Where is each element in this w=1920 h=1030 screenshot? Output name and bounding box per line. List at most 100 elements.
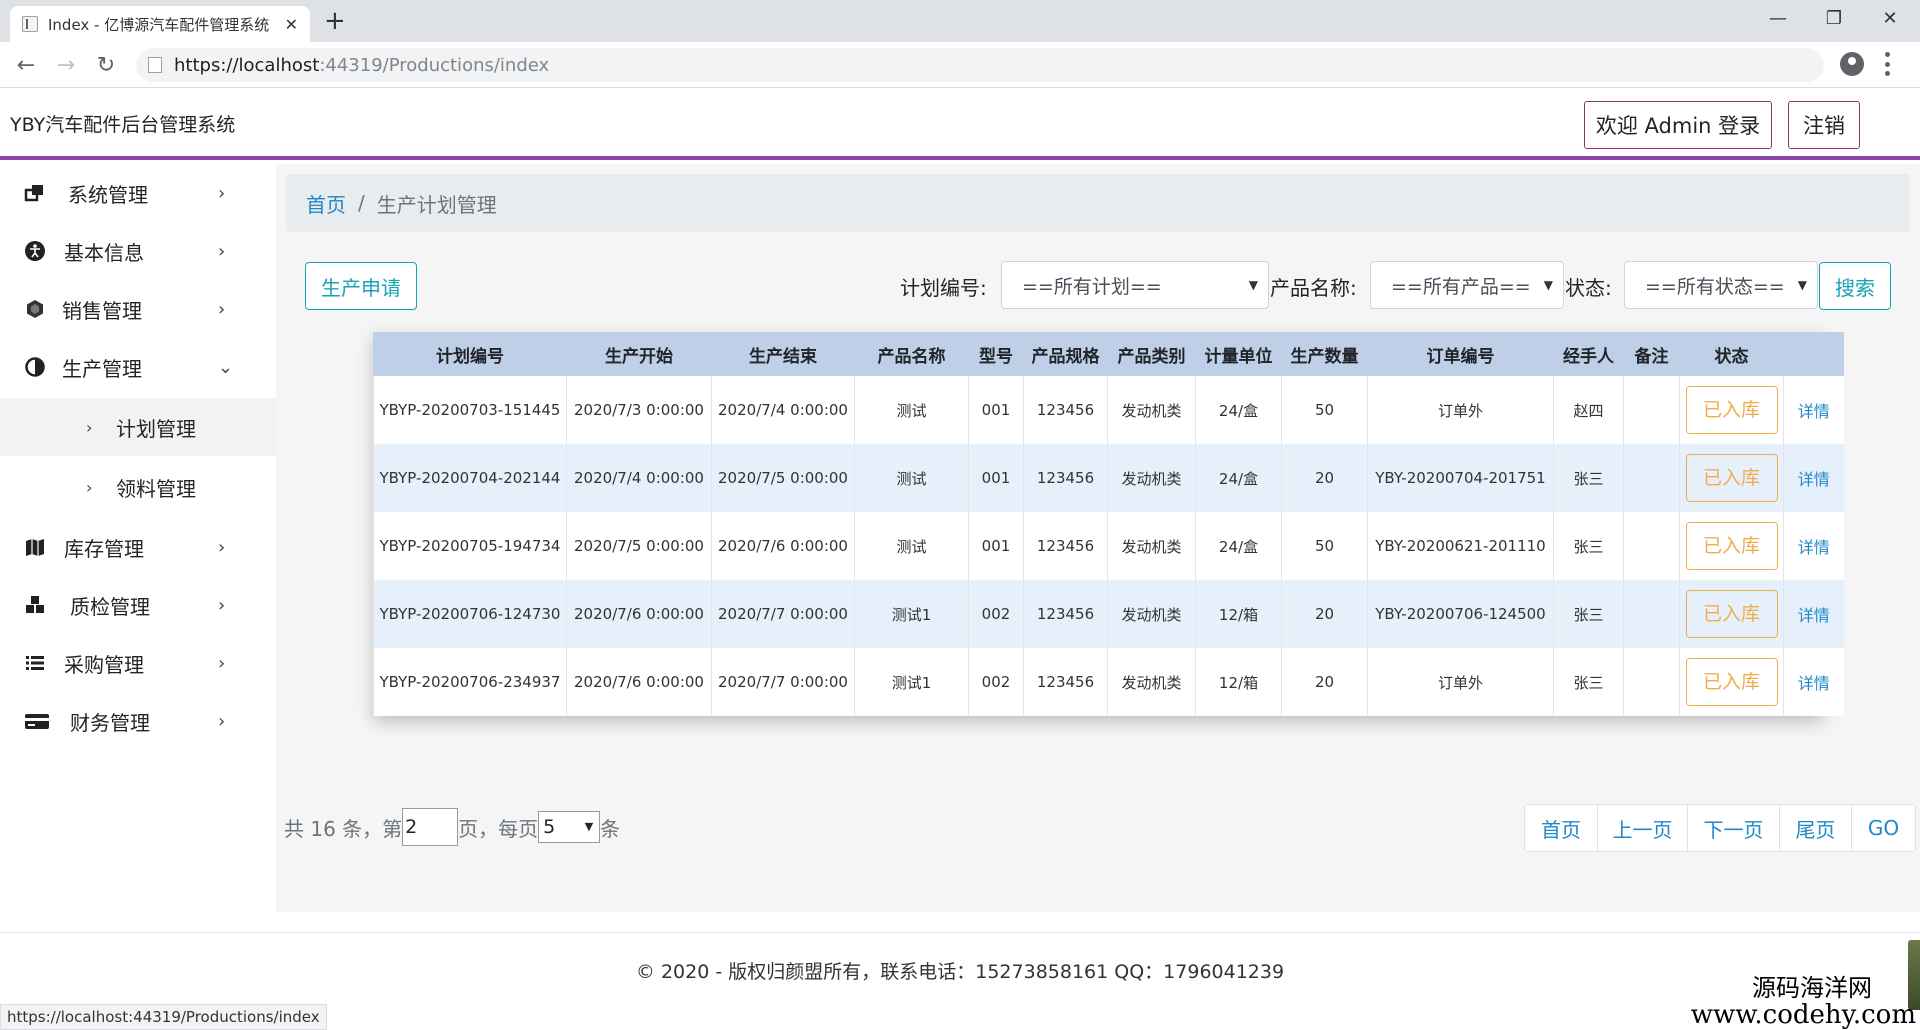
sidebar-item-production[interactable]: 生产管理 ⌄: [0, 338, 276, 396]
back-button[interactable]: ←: [10, 50, 42, 80]
minimize-window-button[interactable]: —: [1750, 0, 1806, 36]
page-number-input[interactable]: 2: [402, 808, 459, 846]
status-filter-value: ==所有状态==: [1645, 275, 1785, 298]
sidebar-item-finance[interactable]: 财务管理 ›: [0, 692, 276, 750]
cell-unit: 24/盒: [1195, 512, 1282, 580]
col-unit: 计量单位: [1195, 332, 1282, 376]
product-filter-select[interactable]: ==所有产品== ▼: [1370, 261, 1564, 309]
browser-tab-strip: Index - 亿博源汽车配件管理系统 ✕ + — ❐ ✕: [0, 0, 1920, 42]
detail-link[interactable]: 详情: [1798, 674, 1830, 693]
status-stored-button[interactable]: 已入库: [1685, 454, 1778, 502]
col-status: 状态: [1679, 332, 1784, 376]
pagination-controls: 首页 上一页 下一页 尾页 GO: [1524, 804, 1916, 852]
chevron-down-icon: ⌄: [218, 356, 234, 378]
sidebar-item-inventory[interactable]: 库存管理 ›: [0, 518, 276, 576]
production-apply-button[interactable]: 生产申请: [305, 262, 417, 310]
cell-order-no: YBY-20200704-201751: [1367, 444, 1554, 512]
account-icon[interactable]: [1840, 52, 1864, 76]
detail-link[interactable]: 详情: [1798, 606, 1830, 625]
page-size-value: 5: [543, 816, 556, 838]
cell-start: 2020/7/4 0:00:00: [566, 444, 712, 512]
cell-category: 发动机类: [1107, 444, 1196, 512]
col-remark: 备注: [1623, 332, 1680, 376]
chevron-right-icon: ›: [86, 477, 93, 497]
sidebar-item-label: 采购管理: [64, 652, 144, 677]
forward-button[interactable]: →: [50, 50, 82, 80]
breadcrumb-home-link[interactable]: 首页: [306, 189, 346, 218]
cell-remark: [1623, 648, 1680, 716]
last-page-button[interactable]: 尾页: [1779, 805, 1851, 851]
welcome-button[interactable]: 欢迎 Admin 登录: [1584, 101, 1772, 149]
cell-end: 2020/7/7 0:00:00: [711, 580, 855, 648]
tab-close-icon[interactable]: ✕: [285, 15, 298, 34]
sidebar-item-system[interactable]: 系统管理 ›: [0, 164, 276, 222]
status-stored-button[interactable]: 已入库: [1685, 658, 1778, 706]
table-row: YBYP-20200704-202144 2020/7/4 0:00:00 20…: [373, 444, 1844, 512]
sidebar-item-basic-info[interactable]: 基本信息 ›: [0, 222, 276, 280]
browser-tab[interactable]: Index - 亿博源汽车配件管理系统 ✕: [10, 6, 310, 42]
detail-link[interactable]: 详情: [1798, 402, 1830, 421]
cell-product: 测试: [854, 444, 969, 512]
plan-filter-value: ==所有计划==: [1022, 275, 1162, 298]
address-bar[interactable]: https://localhost:44319/Productions/inde…: [136, 48, 1824, 82]
next-page-button[interactable]: 下一页: [1687, 805, 1779, 851]
chevron-right-icon: ›: [86, 417, 93, 437]
plan-filter-select[interactable]: ==所有计划== ▼: [1001, 261, 1269, 309]
col-action: [1783, 332, 1844, 376]
cell-end: 2020/7/7 0:00:00: [711, 648, 855, 716]
reload-button[interactable]: ↻: [90, 50, 122, 80]
cell-quantity: 50: [1281, 376, 1368, 444]
cell-action: 详情: [1783, 580, 1844, 648]
dropdown-caret-icon: ▼: [1543, 278, 1553, 292]
col-quantity: 生产数量: [1281, 332, 1368, 376]
new-tab-button[interactable]: +: [324, 6, 346, 36]
dropdown-caret-icon: ▼: [1797, 278, 1807, 292]
table-header-row: 计划编号 生产开始 生产结束 产品名称 型号 产品规格 产品类别 计量单位 生产…: [373, 332, 1844, 376]
sidebar-subitem-plan[interactable]: › 计划管理: [0, 398, 276, 456]
cell-product: 测试: [854, 376, 969, 444]
sidebar-subitem-material[interactable]: › 领料管理: [0, 458, 276, 516]
sidebar: 系统管理 › 基本信息 › 销售管理 › 生产管理 ⌄ › 计划管理 › 领料管…: [0, 164, 276, 930]
credit-card-icon: [25, 714, 49, 729]
footer-copyright: © 2020 - 版权归颜盟所有，联系电话：15273858161 QQ：179…: [635, 961, 1285, 983]
browser-menu-icon[interactable]: [1884, 52, 1890, 76]
sidebar-item-purchase[interactable]: 采购管理 ›: [0, 634, 276, 692]
sidebar-item-label: 销售管理: [62, 298, 142, 323]
status-stored-button[interactable]: 已入库: [1685, 522, 1778, 570]
cell-unit: 12/箱: [1195, 580, 1282, 648]
sidebar-item-label: 系统管理: [68, 182, 148, 207]
go-button[interactable]: GO: [1851, 805, 1915, 851]
sidebar-item-sales[interactable]: 销售管理 ›: [0, 280, 276, 338]
cell-action: 详情: [1783, 512, 1844, 580]
half-circle-icon: [25, 357, 45, 377]
dropdown-caret-icon: ▼: [1248, 278, 1258, 292]
first-page-button[interactable]: 首页: [1525, 805, 1597, 851]
cell-action: 详情: [1783, 648, 1844, 716]
chevron-right-icon: ›: [218, 298, 226, 320]
cell-quantity: 50: [1281, 512, 1368, 580]
cell-end: 2020/7/6 0:00:00: [711, 512, 855, 580]
detail-link[interactable]: 详情: [1798, 538, 1830, 557]
cell-start: 2020/7/6 0:00:00: [566, 580, 712, 648]
page-size-select[interactable]: 5 ▼: [538, 811, 601, 843]
status-stored-button[interactable]: 已入库: [1685, 386, 1778, 434]
cell-start: 2020/7/6 0:00:00: [566, 648, 712, 716]
close-window-button[interactable]: ✕: [1862, 0, 1918, 36]
restore-window-button[interactable]: ❐: [1806, 0, 1862, 36]
status-stored-button[interactable]: 已入库: [1685, 590, 1778, 638]
cell-category: 发动机类: [1107, 376, 1196, 444]
sidebar-item-label: 库存管理: [64, 536, 144, 561]
search-button[interactable]: 搜索: [1819, 262, 1891, 310]
cell-start: 2020/7/3 0:00:00: [566, 376, 712, 444]
logout-button[interactable]: 注销: [1788, 101, 1860, 149]
production-plan-table: 计划编号 生产开始 生产结束 产品名称 型号 产品规格 产品类别 计量单位 生产…: [373, 332, 1844, 716]
status-filter-select[interactable]: ==所有状态== ▼: [1624, 261, 1818, 309]
detail-link[interactable]: 详情: [1798, 470, 1830, 489]
cubes-icon: [26, 596, 44, 613]
chevron-right-icon: ›: [218, 594, 226, 616]
cell-spec: 123456: [1023, 444, 1108, 512]
tab-title: Index - 亿博源汽车配件管理系统: [48, 15, 270, 34]
sidebar-item-quality[interactable]: 质检管理 ›: [0, 576, 276, 634]
page-info-icon[interactable]: [148, 57, 162, 73]
prev-page-button[interactable]: 上一页: [1597, 805, 1687, 851]
